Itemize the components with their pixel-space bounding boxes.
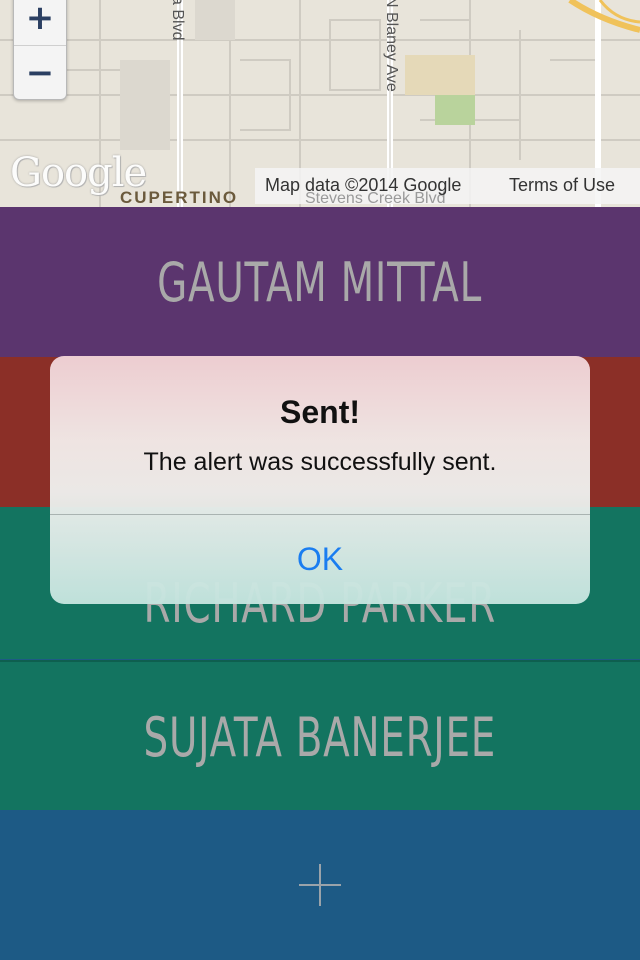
alert-title: Sent! (280, 394, 360, 430)
alert-dialog: Sent! The alert was successfully sent. O… (50, 356, 590, 604)
ok-button[interactable]: OK (50, 515, 590, 604)
alert-message: The alert was successfully sent. (143, 448, 497, 476)
